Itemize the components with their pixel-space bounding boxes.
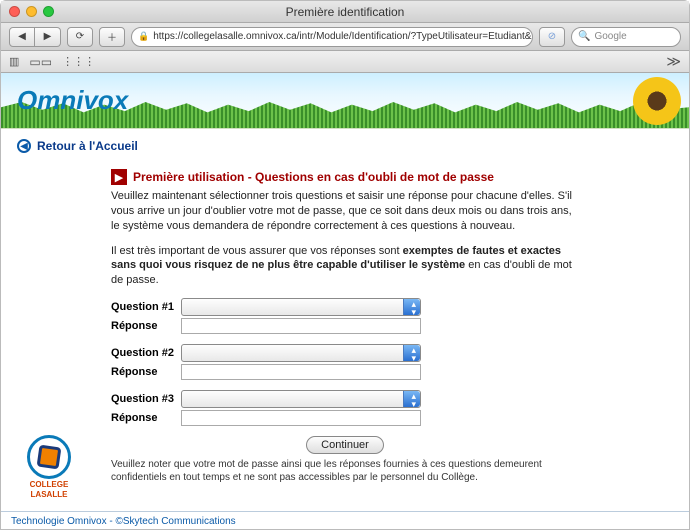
minimize-icon[interactable] — [26, 6, 37, 17]
back-arrow-icon[interactable]: ◀ — [17, 139, 31, 153]
site-banner: Omnivox — [1, 73, 689, 129]
search-input[interactable]: 🔍 Google — [571, 27, 681, 47]
omnivox-logo: Omnivox — [17, 85, 128, 116]
reader-button[interactable]: ⊘ — [539, 27, 565, 47]
warning-paragraph: Il est très important de vous assurer qu… — [111, 244, 579, 289]
answer-2-label: Réponse — [111, 366, 181, 378]
search-placeholder: Google — [594, 31, 626, 42]
browser-toolbar: ◀ ▶ ⟳ ＋ 🔒 https://collegelasalle.omnivox… — [1, 23, 689, 51]
show-bookmarks-icon[interactable]: ▥ — [9, 55, 19, 68]
question-1-select[interactable]: ▴▾ — [181, 298, 421, 316]
answer-3-input[interactable] — [181, 410, 421, 426]
window-title: Première identification — [9, 5, 681, 19]
close-icon[interactable] — [9, 6, 20, 17]
question-2-label: Question #2 — [111, 347, 181, 359]
question-2-select[interactable]: ▴▾ — [181, 344, 421, 362]
continue-button[interactable]: Continuer — [306, 436, 384, 454]
forward-button[interactable]: ▶ — [35, 27, 61, 47]
footer-tech-credit: Technologie Omnivox - ©Skytech Communica… — [1, 511, 689, 531]
sunflower-icon — [633, 77, 681, 125]
page-heading: Première utilisation - Questions en cas … — [133, 170, 494, 184]
add-bookmark-button[interactable]: ＋ — [99, 27, 125, 47]
answer-1-label: Réponse — [111, 320, 181, 332]
grid-icon[interactable]: ⋮⋮⋮ — [62, 55, 95, 68]
question-group-2: Question #2 ▴▾ Réponse — [111, 344, 579, 380]
search-icon: 🔍 — [578, 31, 590, 42]
expand-icon[interactable]: ≫ — [666, 53, 681, 70]
zoom-icon[interactable] — [43, 6, 54, 17]
section-arrow-icon: ▶ — [111, 169, 127, 185]
return-home-link[interactable]: Retour à l'Accueil — [37, 139, 138, 153]
bookmarks-bar: ▥ ▭▭ ⋮⋮⋮ ≫ — [1, 51, 689, 73]
window-titlebar: Première identification — [1, 1, 689, 23]
question-3-select[interactable]: ▴▾ — [181, 390, 421, 408]
intro-paragraph: Veuillez maintenant sélectionner trois q… — [111, 189, 579, 234]
question-3-label: Question #3 — [111, 393, 181, 405]
page-viewport: Omnivox ◀ Retour à l'Accueil ▶ Première … — [1, 73, 689, 531]
lock-icon: 🔒 — [138, 31, 149, 42]
confidentiality-note: Veuillez noter que votre mot de passe ai… — [111, 458, 579, 484]
back-button[interactable]: ◀ — [9, 27, 35, 47]
url-bar[interactable]: 🔒 https://collegelasalle.omnivox.ca/intr… — [131, 27, 533, 47]
reload-button[interactable]: ⟳ — [67, 27, 93, 47]
open-book-icon[interactable]: ▭▭ — [29, 55, 52, 69]
main-content: ▶ Première utilisation - Questions en ca… — [1, 163, 689, 494]
answer-1-input[interactable] — [181, 318, 421, 334]
answer-2-input[interactable] — [181, 364, 421, 380]
college-lasalle-logo: COLLEGE LASALLE — [23, 435, 75, 499]
url-text: https://collegelasalle.omnivox.ca/intr/M… — [153, 31, 533, 42]
answer-3-label: Réponse — [111, 412, 181, 424]
question-1-label: Question #1 — [111, 301, 181, 313]
question-group-1: Question #1 ▴▾ Réponse — [111, 298, 579, 334]
question-group-3: Question #3 ▴▾ Réponse — [111, 390, 579, 426]
